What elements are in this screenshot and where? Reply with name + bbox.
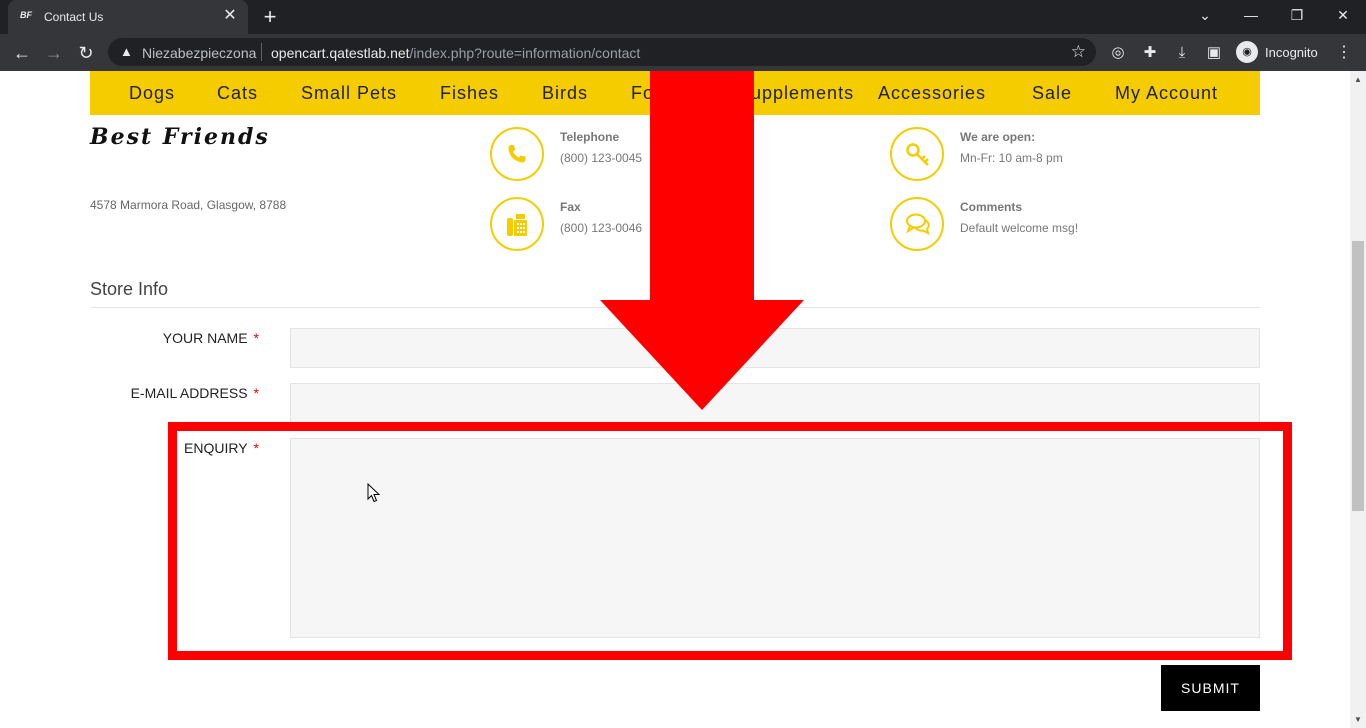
- comments-title: Comments: [960, 200, 1023, 214]
- address-separator: [261, 43, 262, 61]
- store-address: 4578 Marmora Road, Glasgow, 8788: [90, 198, 287, 212]
- mouse-cursor-icon: [367, 483, 381, 503]
- required-marker: *: [253, 330, 259, 346]
- scroll-up-icon[interactable]: ▲: [1354, 75, 1362, 84]
- annotation-arrow-down-icon: [600, 71, 804, 410]
- security-label: Niezabezpieczona: [142, 45, 257, 61]
- annotation-highlight-box: [168, 422, 1292, 660]
- nav-item-cats[interactable]: Cats: [217, 83, 258, 104]
- nav-item-accessories[interactable]: Accessories: [878, 83, 986, 104]
- page-scrollbar[interactable]: ▲ ▼: [1350, 71, 1366, 728]
- key-icon: [890, 127, 944, 181]
- browser-toolbar: ← → ↻ ▲ Niezabezpieczona opencart.qatest…: [0, 34, 1366, 71]
- browser-tab-bar: BF Contact Us ✕ + ⌄ — ❐ ✕: [0, 0, 1366, 34]
- nav-item-sale[interactable]: Sale: [1032, 83, 1072, 104]
- address-bar[interactable]: ▲ Niezabezpieczona opencart.qatestlab.ne…: [108, 38, 1096, 66]
- required-marker: *: [253, 385, 259, 401]
- url-text: opencart.qatestlab.net/index.php?route=i…: [271, 45, 641, 61]
- store-logo[interactable]: Best Friends: [90, 124, 270, 150]
- reload-icon[interactable]: ↻: [73, 40, 99, 66]
- warning-icon: ▲: [120, 44, 133, 59]
- fax-title: Fax: [560, 200, 581, 214]
- nav-item-fishes[interactable]: Fishes: [440, 83, 499, 104]
- section-title: Store Info: [90, 279, 169, 299]
- close-tab-icon[interactable]: ✕: [220, 6, 240, 26]
- back-icon[interactable]: ←: [9, 40, 35, 66]
- hours-title: We are open:: [960, 130, 1036, 144]
- nav-item-my-account[interactable]: My Account: [1115, 83, 1218, 104]
- browser-menu-icon[interactable]: ⋮: [1336, 42, 1352, 62]
- extensions-puzzle-icon[interactable]: ✚: [1139, 42, 1161, 64]
- comments-icon: [890, 197, 944, 251]
- favicon: BF: [20, 10, 32, 20]
- restore-icon[interactable]: ❐: [1274, 0, 1320, 30]
- nav-item-birds[interactable]: Birds: [542, 83, 588, 104]
- bookmark-star-icon[interactable]: ☆: [1071, 42, 1086, 62]
- color-extension-icon[interactable]: ◎: [1107, 42, 1129, 64]
- email-label: E-MAIL ADDRESS *: [130, 385, 259, 401]
- nav-item-small-pets[interactable]: Small Pets: [301, 83, 397, 104]
- name-label: YOUR NAME *: [162, 330, 259, 346]
- incognito-indicator[interactable]: ◉ Incognito: [1233, 39, 1351, 65]
- minimize-icon[interactable]: —: [1228, 0, 1274, 30]
- side-panel-icon[interactable]: ▣: [1203, 42, 1225, 64]
- comments-value: Default welcome msg!: [960, 221, 1079, 235]
- scroll-down-icon[interactable]: ▼: [1354, 715, 1362, 724]
- forward-icon[interactable]: →: [41, 40, 67, 66]
- tab-contact-us[interactable]: BF Contact Us ✕: [8, 0, 248, 34]
- fax-icon: [490, 197, 544, 251]
- tab-title: Contact Us: [44, 10, 104, 24]
- hours-value: Mn-Fr: 10 am-8 pm: [960, 151, 1063, 165]
- page-content: Dogs Cats Small Pets Fishes Birds Food S…: [0, 71, 1350, 728]
- scrollbar-thumb[interactable]: [1352, 241, 1364, 511]
- new-tab-icon[interactable]: +: [258, 5, 282, 29]
- incognito-label: Incognito: [1265, 45, 1318, 60]
- close-window-icon[interactable]: ✕: [1320, 0, 1366, 30]
- tab-search-icon[interactable]: ⌄: [1182, 0, 1228, 30]
- incognito-icon: ◉: [1236, 41, 1258, 63]
- download-icon[interactable]: ⤓: [1171, 42, 1193, 64]
- nav-item-dogs[interactable]: Dogs: [129, 83, 175, 104]
- submit-button[interactable]: SUBMIT: [1161, 665, 1260, 711]
- phone-icon: [490, 127, 544, 181]
